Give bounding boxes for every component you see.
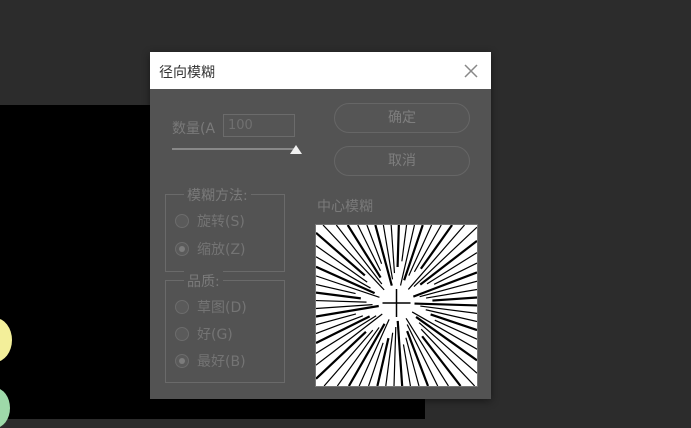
cancel-button[interactable]: 取消 xyxy=(334,146,470,176)
burst-ray xyxy=(419,225,453,270)
dialog-title: 径向模糊 xyxy=(159,65,215,81)
zoom-burst-graphic xyxy=(316,225,477,386)
radio-good-dot[interactable] xyxy=(175,327,189,341)
amount-slider[interactable] xyxy=(172,148,296,150)
burst-ray xyxy=(426,252,477,285)
blur-center-preview[interactable] xyxy=(315,224,478,387)
burst-ray xyxy=(414,302,477,307)
burst-ray xyxy=(406,324,439,386)
radio-draft[interactable]: 草图(D) xyxy=(175,297,247,316)
radio-spin-label: 旋转(S) xyxy=(197,214,245,230)
radio-zoom-dot[interactable] xyxy=(175,242,189,256)
burst-ray xyxy=(335,225,383,285)
radial-blur-dialog: 径向模糊 数量(A 确定 取消 模糊方法: 旋转(S) 缩放(Z) 品质: 草图… xyxy=(150,52,491,399)
quality-group: 品质: 草图(D) 好(G) 最好(B) xyxy=(165,271,285,383)
amount-slider-thumb[interactable] xyxy=(290,145,302,154)
blur-center-label: 中心模糊 xyxy=(317,199,373,215)
radio-best-dot[interactable] xyxy=(175,354,189,368)
blur-method-legend: 模糊方法: xyxy=(184,185,251,205)
radio-spin-dot[interactable] xyxy=(175,214,189,228)
radio-best[interactable]: 最好(B) xyxy=(175,351,246,370)
burst-ray xyxy=(430,313,477,332)
radio-zoom[interactable]: 缩放(Z) xyxy=(175,239,246,258)
radio-draft-label: 草图(D) xyxy=(197,300,247,316)
amount-label: 数量(A xyxy=(172,121,216,137)
burst-ray xyxy=(420,328,476,386)
burst-ray xyxy=(316,283,356,295)
burst-ray xyxy=(316,299,367,303)
burst-ray xyxy=(412,271,477,298)
blur-method-group: 模糊方法: 旋转(S) 缩放(Z) xyxy=(165,185,285,272)
burst-ray xyxy=(390,225,396,274)
burst-ray xyxy=(393,326,397,386)
amount-input[interactable] xyxy=(223,114,295,137)
burst-ray xyxy=(420,305,477,314)
burst-ray xyxy=(401,225,408,262)
radio-spin[interactable]: 旋转(S) xyxy=(175,211,245,230)
radio-draft-dot[interactable] xyxy=(175,300,189,314)
ok-button[interactable]: 确定 xyxy=(334,103,470,133)
radio-good[interactable]: 好(G) xyxy=(175,324,233,343)
title-bar[interactable]: 径向模糊 xyxy=(150,52,491,89)
radio-good-label: 好(G) xyxy=(197,327,233,343)
burst-ray xyxy=(432,296,477,302)
quality-legend: 品质: xyxy=(184,271,223,291)
radio-zoom-label: 缩放(Z) xyxy=(197,242,246,258)
burst-ray xyxy=(316,315,377,354)
burst-ray xyxy=(346,225,382,279)
burst-ray xyxy=(396,320,404,386)
burst-ray xyxy=(403,225,424,281)
burst-ray xyxy=(425,288,477,299)
radio-best-label: 最好(B) xyxy=(197,354,246,370)
burst-ray xyxy=(396,225,400,268)
close-icon[interactable] xyxy=(460,60,482,82)
